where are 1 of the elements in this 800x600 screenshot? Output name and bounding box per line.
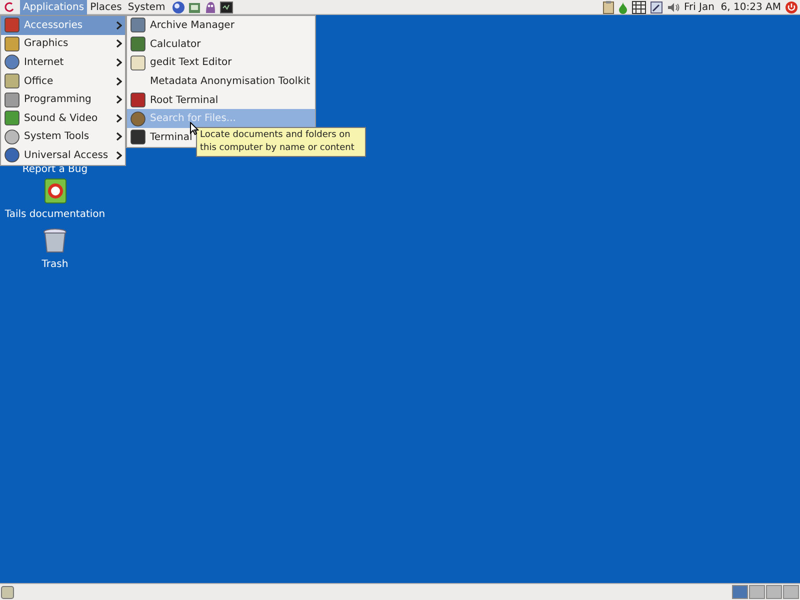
tooltip: Locate documents and folders on this computer by name or content [196, 127, 366, 157]
